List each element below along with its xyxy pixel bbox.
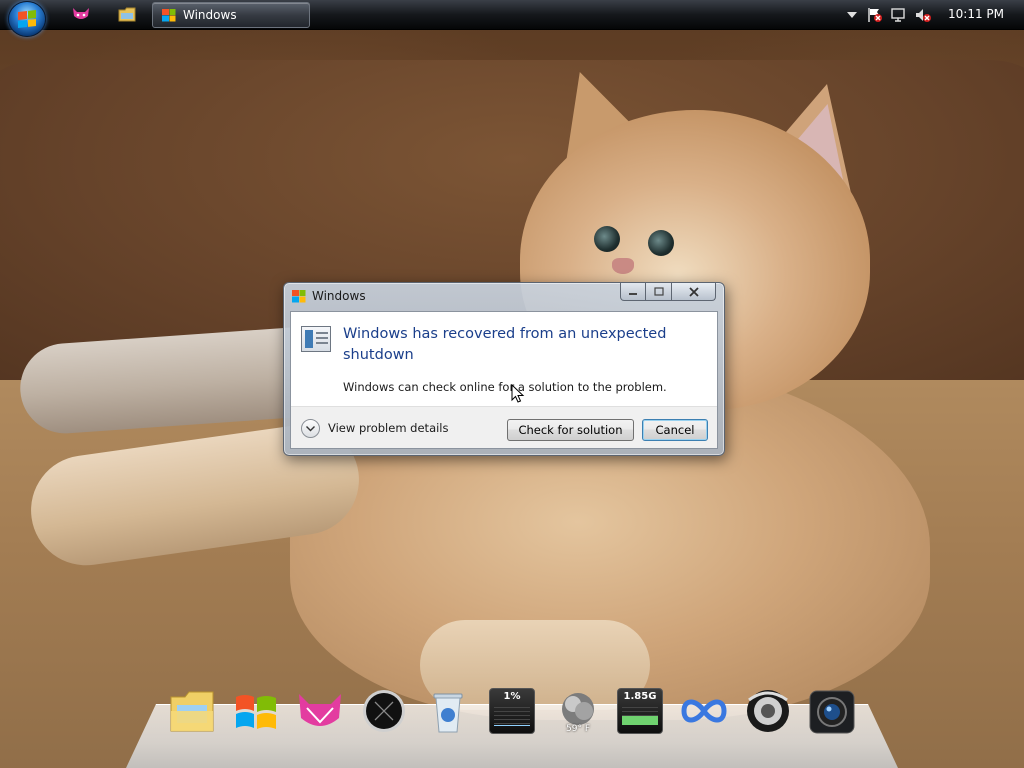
dialog-footer: View problem details Check for solution …: [291, 406, 717, 448]
maximize-button[interactable]: [646, 283, 672, 301]
minimize-button[interactable]: [620, 283, 646, 301]
speaker-icon: [747, 690, 789, 732]
dock-item-speaker[interactable]: [744, 687, 792, 735]
windows-logo-icon: [18, 10, 36, 28]
dialog-main-area: Windows has recovered from an unexpected…: [291, 312, 717, 406]
caption-buttons: [620, 283, 716, 301]
windows-error-icon: [162, 9, 176, 22]
taskbar: Windows 10:11 PM: [0, 0, 1024, 37]
close-button[interactable]: [672, 283, 716, 301]
taskbar-button-label: Windows: [183, 8, 237, 22]
windows-error-icon: [292, 290, 306, 303]
minimize-icon: [629, 292, 637, 295]
view-details-label[interactable]: View problem details: [328, 421, 449, 435]
infinity-icon: [681, 699, 727, 723]
maximize-icon: [653, 287, 664, 296]
dock-item-cpu-meter[interactable]: 1%: [488, 687, 536, 735]
windows-logo-icon: [236, 695, 276, 729]
cpu-meter-value: 1%: [503, 691, 521, 702]
taskbar-button-windows[interactable]: Windows: [152, 2, 310, 28]
dialog-content: Windows has recovered from an unexpected…: [290, 311, 718, 449]
cat-nose: [612, 258, 634, 274]
chevron-down-icon: [306, 425, 315, 431]
folder-icon[interactable]: [118, 6, 136, 22]
check-for-solution-button[interactable]: Check for solution: [507, 419, 634, 441]
dock-item-infinity[interactable]: [680, 687, 728, 735]
event-report-icon: [301, 326, 331, 352]
recovery-dialog: Windows Windows has recovered from an un…: [283, 282, 725, 456]
dock-item-memory-meter[interactable]: 1.85G: [616, 687, 664, 735]
recycle-bin-icon: [433, 693, 463, 733]
dock-item-clock[interactable]: [360, 687, 408, 735]
main-instruction: Windows has recovered from an unexpected…: [343, 326, 667, 363]
dialog-body-text: Windows can check online for a solution …: [343, 380, 667, 394]
dock-item-folder[interactable]: [168, 687, 216, 735]
weather-temperature: 59° F: [566, 724, 590, 734]
memory-meter-icon: 1.85G: [617, 688, 663, 734]
camera-icon: [809, 690, 855, 734]
memory-meter-fill: [622, 716, 658, 725]
dock-item-recycle-bin[interactable]: [424, 687, 472, 735]
dock-item-cat-app[interactable]: [296, 687, 344, 735]
network-icon[interactable]: [891, 7, 907, 23]
clock-icon: [363, 690, 405, 732]
memory-meter-value: 1.85G: [623, 691, 657, 702]
dock-item-camera[interactable]: [808, 687, 856, 735]
mouse-cursor-icon: [511, 384, 525, 403]
taskbar-clock[interactable]: 10:11 PM: [948, 7, 1004, 21]
action-center-flag-icon[interactable]: [867, 7, 883, 23]
cat-eye: [594, 226, 620, 252]
cat-eye: [648, 230, 674, 256]
cat-app-icon: [299, 694, 341, 726]
cat-app-icon[interactable]: [72, 6, 90, 22]
cpu-meter-icon: 1%: [489, 688, 535, 734]
dialog-title: Windows: [312, 289, 366, 303]
dock-item-windows[interactable]: [232, 687, 280, 735]
volume-muted-icon[interactable]: [915, 7, 931, 23]
close-icon: [688, 286, 699, 297]
cancel-button[interactable]: Cancel: [642, 419, 708, 441]
start-button[interactable]: [8, 1, 46, 37]
folder-icon: [170, 691, 214, 732]
show-hidden-icons-chevron-icon[interactable]: [844, 7, 860, 23]
view-details-toggle[interactable]: [301, 419, 320, 438]
